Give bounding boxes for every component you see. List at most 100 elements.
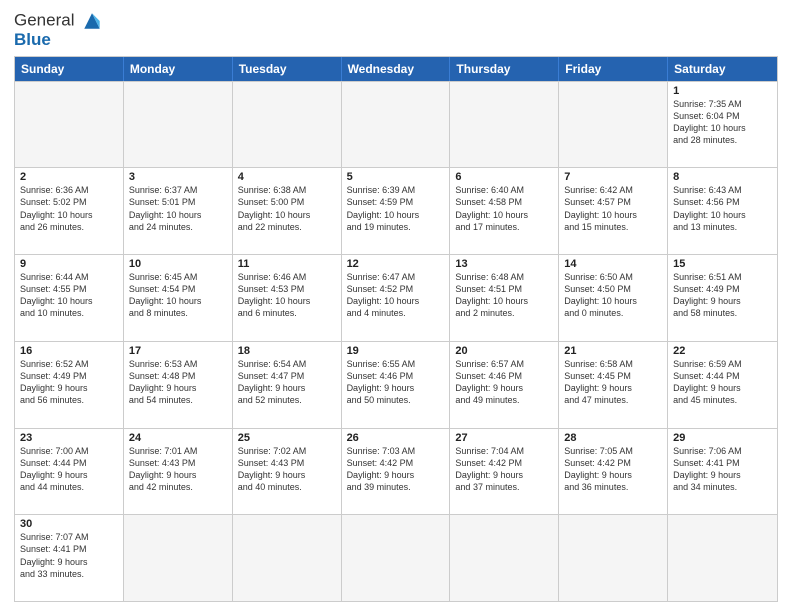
cal-cell bbox=[668, 515, 777, 601]
cal-cell: 13Sunrise: 6:48 AM Sunset: 4:51 PM Dayli… bbox=[450, 255, 559, 341]
cal-week: 9Sunrise: 6:44 AM Sunset: 4:55 PM Daylig… bbox=[15, 254, 777, 341]
day-number: 23 bbox=[20, 432, 118, 444]
day-info: Sunrise: 6:59 AM Sunset: 4:44 PM Dayligh… bbox=[673, 358, 772, 407]
cal-cell bbox=[450, 82, 559, 168]
day-info: Sunrise: 6:54 AM Sunset: 4:47 PM Dayligh… bbox=[238, 358, 336, 407]
cal-cell: 28Sunrise: 7:05 AM Sunset: 4:42 PM Dayli… bbox=[559, 429, 668, 515]
cal-cell: 24Sunrise: 7:01 AM Sunset: 4:43 PM Dayli… bbox=[124, 429, 233, 515]
cal-cell: 27Sunrise: 7:04 AM Sunset: 4:42 PM Dayli… bbox=[450, 429, 559, 515]
cal-cell: 16Sunrise: 6:52 AM Sunset: 4:49 PM Dayli… bbox=[15, 342, 124, 428]
day-number: 28 bbox=[564, 432, 662, 444]
day-number: 3 bbox=[129, 171, 227, 183]
cal-cell bbox=[233, 82, 342, 168]
day-info: Sunrise: 7:02 AM Sunset: 4:43 PM Dayligh… bbox=[238, 445, 336, 494]
day-number: 6 bbox=[455, 171, 553, 183]
cal-cell bbox=[450, 515, 559, 601]
day-info: Sunrise: 6:40 AM Sunset: 4:58 PM Dayligh… bbox=[455, 184, 553, 233]
page: General Blue SundayMondayTuesdayWednesda… bbox=[0, 0, 792, 612]
day-number: 8 bbox=[673, 171, 772, 183]
day-number: 10 bbox=[129, 258, 227, 270]
day-number: 15 bbox=[673, 258, 772, 270]
cal-cell bbox=[342, 82, 451, 168]
day-number: 9 bbox=[20, 258, 118, 270]
cal-cell bbox=[233, 515, 342, 601]
day-number: 20 bbox=[455, 345, 553, 357]
day-number: 1 bbox=[673, 85, 772, 97]
logo-text: General Blue bbox=[14, 10, 103, 50]
day-info: Sunrise: 6:38 AM Sunset: 5:00 PM Dayligh… bbox=[238, 184, 336, 233]
day-info: Sunrise: 6:52 AM Sunset: 4:49 PM Dayligh… bbox=[20, 358, 118, 407]
logo-icon bbox=[81, 10, 103, 32]
calendar-body: 1Sunrise: 7:35 AM Sunset: 6:04 PM Daylig… bbox=[15, 81, 777, 601]
cal-header-day: Thursday bbox=[450, 57, 559, 81]
cal-week: 30Sunrise: 7:07 AM Sunset: 4:41 PM Dayli… bbox=[15, 514, 777, 601]
day-number: 21 bbox=[564, 345, 662, 357]
day-info: Sunrise: 6:39 AM Sunset: 4:59 PM Dayligh… bbox=[347, 184, 445, 233]
cal-cell: 11Sunrise: 6:46 AM Sunset: 4:53 PM Dayli… bbox=[233, 255, 342, 341]
cal-cell: 14Sunrise: 6:50 AM Sunset: 4:50 PM Dayli… bbox=[559, 255, 668, 341]
day-info: Sunrise: 7:00 AM Sunset: 4:44 PM Dayligh… bbox=[20, 445, 118, 494]
cal-cell: 12Sunrise: 6:47 AM Sunset: 4:52 PM Dayli… bbox=[342, 255, 451, 341]
day-info: Sunrise: 6:58 AM Sunset: 4:45 PM Dayligh… bbox=[564, 358, 662, 407]
day-number: 11 bbox=[238, 258, 336, 270]
day-info: Sunrise: 6:53 AM Sunset: 4:48 PM Dayligh… bbox=[129, 358, 227, 407]
cal-cell: 10Sunrise: 6:45 AM Sunset: 4:54 PM Dayli… bbox=[124, 255, 233, 341]
cal-cell bbox=[124, 82, 233, 168]
cal-header-day: Friday bbox=[559, 57, 668, 81]
cal-cell: 21Sunrise: 6:58 AM Sunset: 4:45 PM Dayli… bbox=[559, 342, 668, 428]
cal-cell: 20Sunrise: 6:57 AM Sunset: 4:46 PM Dayli… bbox=[450, 342, 559, 428]
day-info: Sunrise: 6:37 AM Sunset: 5:01 PM Dayligh… bbox=[129, 184, 227, 233]
cal-header-day: Wednesday bbox=[342, 57, 451, 81]
day-info: Sunrise: 7:35 AM Sunset: 6:04 PM Dayligh… bbox=[673, 98, 772, 147]
day-info: Sunrise: 6:44 AM Sunset: 4:55 PM Dayligh… bbox=[20, 271, 118, 320]
cal-cell: 4Sunrise: 6:38 AM Sunset: 5:00 PM Daylig… bbox=[233, 168, 342, 254]
calendar-header: SundayMondayTuesdayWednesdayThursdayFrid… bbox=[15, 57, 777, 81]
day-number: 22 bbox=[673, 345, 772, 357]
day-number: 13 bbox=[455, 258, 553, 270]
cal-cell: 18Sunrise: 6:54 AM Sunset: 4:47 PM Dayli… bbox=[233, 342, 342, 428]
day-info: Sunrise: 7:03 AM Sunset: 4:42 PM Dayligh… bbox=[347, 445, 445, 494]
day-number: 27 bbox=[455, 432, 553, 444]
day-info: Sunrise: 6:57 AM Sunset: 4:46 PM Dayligh… bbox=[455, 358, 553, 407]
cal-week: 2Sunrise: 6:36 AM Sunset: 5:02 PM Daylig… bbox=[15, 167, 777, 254]
calendar: SundayMondayTuesdayWednesdayThursdayFrid… bbox=[14, 56, 778, 602]
day-info: Sunrise: 6:50 AM Sunset: 4:50 PM Dayligh… bbox=[564, 271, 662, 320]
day-number: 29 bbox=[673, 432, 772, 444]
cal-cell: 6Sunrise: 6:40 AM Sunset: 4:58 PM Daylig… bbox=[450, 168, 559, 254]
day-number: 7 bbox=[564, 171, 662, 183]
cal-cell: 19Sunrise: 6:55 AM Sunset: 4:46 PM Dayli… bbox=[342, 342, 451, 428]
cal-cell: 26Sunrise: 7:03 AM Sunset: 4:42 PM Dayli… bbox=[342, 429, 451, 515]
cal-cell: 17Sunrise: 6:53 AM Sunset: 4:48 PM Dayli… bbox=[124, 342, 233, 428]
cal-cell: 7Sunrise: 6:42 AM Sunset: 4:57 PM Daylig… bbox=[559, 168, 668, 254]
day-info: Sunrise: 6:48 AM Sunset: 4:51 PM Dayligh… bbox=[455, 271, 553, 320]
day-info: Sunrise: 7:04 AM Sunset: 4:42 PM Dayligh… bbox=[455, 445, 553, 494]
cal-cell: 3Sunrise: 6:37 AM Sunset: 5:01 PM Daylig… bbox=[124, 168, 233, 254]
day-number: 19 bbox=[347, 345, 445, 357]
day-number: 4 bbox=[238, 171, 336, 183]
cal-cell: 29Sunrise: 7:06 AM Sunset: 4:41 PM Dayli… bbox=[668, 429, 777, 515]
day-info: Sunrise: 6:46 AM Sunset: 4:53 PM Dayligh… bbox=[238, 271, 336, 320]
cal-cell: 25Sunrise: 7:02 AM Sunset: 4:43 PM Dayli… bbox=[233, 429, 342, 515]
cal-cell: 30Sunrise: 7:07 AM Sunset: 4:41 PM Dayli… bbox=[15, 515, 124, 601]
cal-header-day: Sunday bbox=[15, 57, 124, 81]
day-number: 30 bbox=[20, 518, 118, 530]
header: General Blue bbox=[14, 10, 778, 50]
cal-cell bbox=[15, 82, 124, 168]
day-info: Sunrise: 6:43 AM Sunset: 4:56 PM Dayligh… bbox=[673, 184, 772, 233]
cal-cell: 1Sunrise: 7:35 AM Sunset: 6:04 PM Daylig… bbox=[668, 82, 777, 168]
day-number: 12 bbox=[347, 258, 445, 270]
day-info: Sunrise: 7:06 AM Sunset: 4:41 PM Dayligh… bbox=[673, 445, 772, 494]
cal-cell: 2Sunrise: 6:36 AM Sunset: 5:02 PM Daylig… bbox=[15, 168, 124, 254]
day-number: 17 bbox=[129, 345, 227, 357]
cal-header-day: Tuesday bbox=[233, 57, 342, 81]
cal-cell bbox=[124, 515, 233, 601]
cal-cell bbox=[559, 82, 668, 168]
cal-week: 16Sunrise: 6:52 AM Sunset: 4:49 PM Dayli… bbox=[15, 341, 777, 428]
cal-cell: 15Sunrise: 6:51 AM Sunset: 4:49 PM Dayli… bbox=[668, 255, 777, 341]
day-number: 14 bbox=[564, 258, 662, 270]
cal-cell: 5Sunrise: 6:39 AM Sunset: 4:59 PM Daylig… bbox=[342, 168, 451, 254]
day-number: 25 bbox=[238, 432, 336, 444]
day-number: 26 bbox=[347, 432, 445, 444]
cal-cell: 22Sunrise: 6:59 AM Sunset: 4:44 PM Dayli… bbox=[668, 342, 777, 428]
cal-header-day: Monday bbox=[124, 57, 233, 81]
